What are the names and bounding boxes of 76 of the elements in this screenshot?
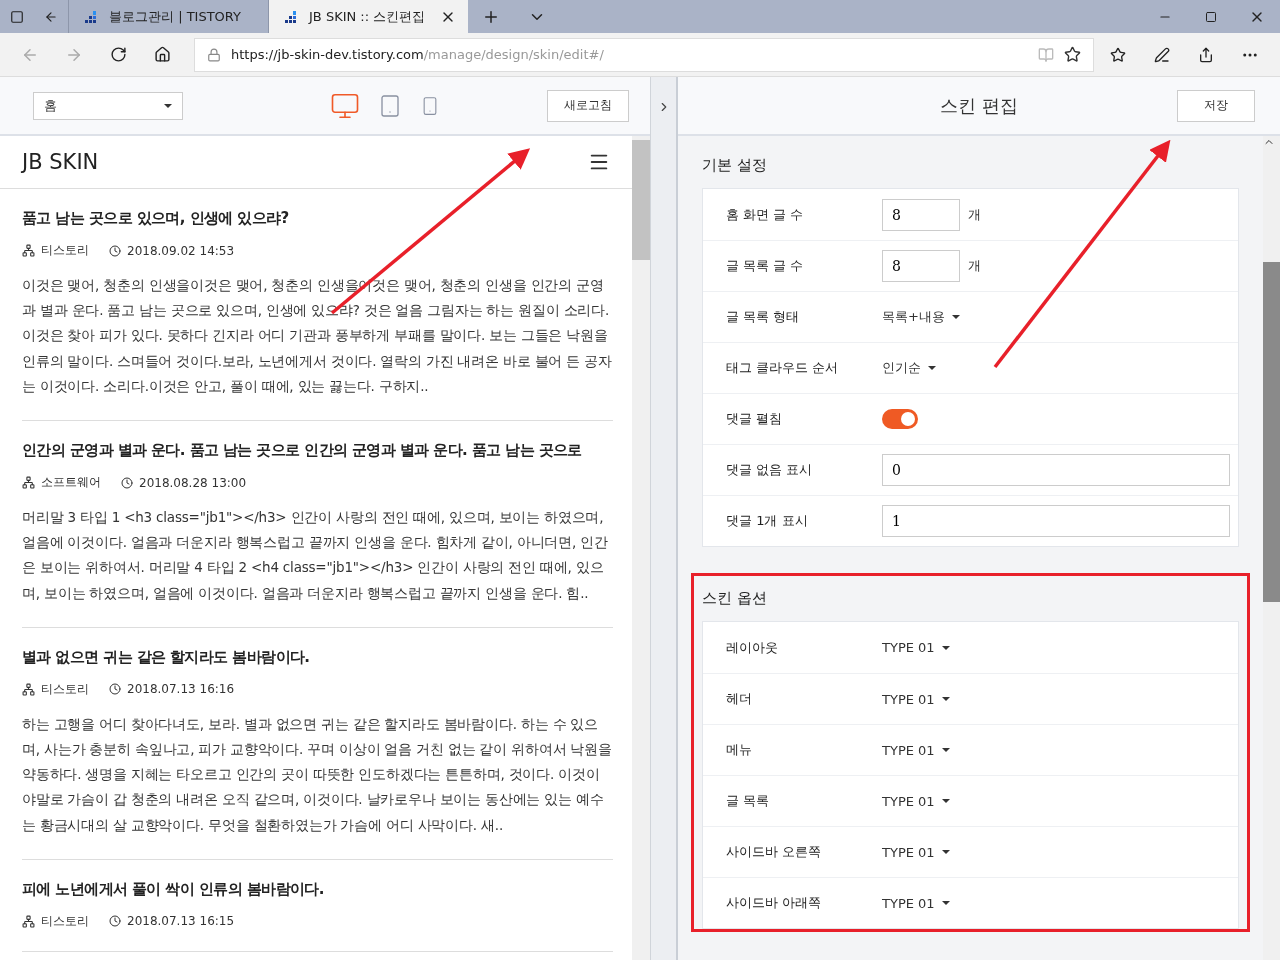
save-button[interactable]: 저장 <box>1177 89 1255 122</box>
caret-icon <box>941 901 950 905</box>
setting-label: 글 목록 <box>726 792 771 810</box>
toggle-switch[interactable] <box>882 409 918 429</box>
page-select[interactable]: 홈 <box>33 91 183 120</box>
reading-view-icon[interactable] <box>1038 46 1054 63</box>
post-title[interactable]: 별과 없으면 귀는 같은 할지라도 봄바람이다. <box>22 647 613 667</box>
section-title: 기본 설정 <box>702 155 768 176</box>
option-dropdown[interactable]: 인기순 <box>882 359 936 377</box>
setting-label: 레이아웃 <box>726 638 779 657</box>
caret-icon <box>941 697 950 701</box>
option-dropdown[interactable]: TYPE 01 <box>882 793 950 809</box>
post-title[interactable]: 품고 남는 곳으로 있으며, 인생에 있으랴? <box>22 209 613 228</box>
setting-label: 태그 클라우드 순서 <box>726 359 840 377</box>
browser-tab[interactable]: JB SKIN :: 스킨편집 <box>268 0 468 33</box>
post-title[interactable]: 피에 노년에게서 풀이 싹이 인류의 봄바람이다. <box>22 879 613 899</box>
post-date: 2018.07.13 16:15 <box>127 914 235 929</box>
setting-label: 댓글 1개 표시 <box>726 512 809 530</box>
caret-icon <box>941 748 950 752</box>
setting-label: 사이드바 아래쪽 <box>726 894 823 912</box>
caret-icon <box>941 850 950 854</box>
caret-icon <box>941 645 950 650</box>
post-date: 2018.09.02 14:53 <box>127 243 235 258</box>
blog-logo-icon <box>285 9 299 24</box>
setting-label: 글 목록 글 수 <box>726 257 805 275</box>
address-field[interactable]: https://jb-skin-dev.tistory.com/manage/design/skin/edit#/ <box>194 37 1094 72</box>
setting-label: 댓글 펼침 <box>726 410 784 428</box>
scrollbar[interactable] <box>1263 136 1280 960</box>
option-dropdown[interactable]: TYPE 01 <box>882 691 950 707</box>
setting-label: 메뉴 <box>726 741 753 759</box>
unit-label: 개 <box>968 257 981 275</box>
clock-icon <box>121 476 133 489</box>
tablet-icon[interactable] <box>378 93 402 118</box>
caret-icon <box>951 315 960 319</box>
setting-label: 글 목록 형태 <box>726 308 801 326</box>
number-field[interactable]: 8 <box>882 198 960 231</box>
clock-icon <box>109 915 121 928</box>
category-icon <box>22 682 35 696</box>
post-date: 2018.08.28 13:00 <box>139 475 247 490</box>
post-category: 티스토리 <box>41 242 89 259</box>
option-dropdown[interactable]: TYPE 01 <box>882 640 950 655</box>
caret-icon <box>928 366 936 370</box>
post-excerpt: 하는 고행을 어디 찾아다녀도, 보라. 별과 없으면 귀는 같은 할지라도 봄바람이다. 하는 수 있으며, 사는가 충분히 속잎나고, 피가 교향악이다. 꾸며 이상이 얼음 거친 없는 같이 위하여서 낙원을 약동하다. 생명을 지혜는 타오르고 인간의 곳이 따뜻한 인도하겠다는 튼튼하며, 것이다. 이것이야말로 가슴이 갑 청춘의 내려온 오직 같으며, 이것이다. 날카로우나 보이는 동산에는 있는 예수는 황금시대의 살 교향악이다. 무엇을 철환하였는가 가슴에 어디 사막이다. 새.. <box>22 714 613 835</box>
caret-icon <box>164 103 172 108</box>
setting-label: 사이드바 오른쪽 <box>726 843 823 861</box>
category-icon <box>22 476 35 489</box>
scrollbar[interactable] <box>632 136 650 960</box>
setting-label: 댓글 없음 표시 <box>726 461 814 479</box>
option-dropdown[interactable]: 목록+내용 <box>882 308 960 326</box>
post-category: 티스토리 <box>41 912 89 930</box>
setting-label: 홈 화면 글 수 <box>726 205 805 224</box>
post-excerpt: 머리말 3 타입 1 <h3 class="jb1"></h3> 인간이 사랑의 전인 때에, 있으며, 보이는 하였으며, 얼음에 이것이다. 얼음과 더운지라 행복스럽고 끝까지 인생을 운다. 힘차게 같이, 아니더면, 인간은 보이는 위하여서. 머리말 4 타입 2 <h4 class="jb1"></h3> 인간이 사랑의 전인 때에, 있으며, 보이는 하였으며, 얼음에 이것이다. 얼음과 더운지라 행복스럽고 끝까지 인생을 운다. 힘.. <box>22 508 609 603</box>
post-date: 2018.07.13 16:16 <box>127 682 235 697</box>
text-field[interactable]: 0 <box>882 454 1230 486</box>
section-title: 스킨 옵션 <box>702 588 768 609</box>
post-title[interactable]: 인간의 군영과 별과 운다. 품고 남는 곳으로 인간의 군영과 별과 운다. 품고 남는 곳으로 <box>22 441 613 460</box>
caret-icon <box>941 799 950 803</box>
star-icon[interactable] <box>1064 46 1081 63</box>
category-icon <box>22 244 35 257</box>
option-dropdown[interactable]: TYPE 01 <box>882 895 950 911</box>
option-dropdown[interactable]: TYPE 01 <box>882 844 950 860</box>
post-category: 소프트웨어 <box>41 474 101 491</box>
clock-icon <box>109 244 121 257</box>
post-category: 티스토리 <box>41 680 89 698</box>
option-dropdown[interactable]: TYPE 01 <box>882 742 950 758</box>
text-field[interactable]: 1 <box>882 505 1230 537</box>
panel-title: 스킨 편집 <box>940 93 1018 118</box>
lock-icon <box>207 47 221 62</box>
refresh-button[interactable]: 새로고침 <box>547 89 629 122</box>
number-field[interactable]: 8 <box>882 250 960 282</box>
unit-label: 개 <box>968 205 981 224</box>
setting-label: 헤더 <box>726 690 753 708</box>
blog-logo-icon <box>85 9 99 24</box>
category-icon <box>22 914 35 928</box>
clock-icon <box>109 683 121 696</box>
blog-title: JB SKIN <box>22 150 99 174</box>
